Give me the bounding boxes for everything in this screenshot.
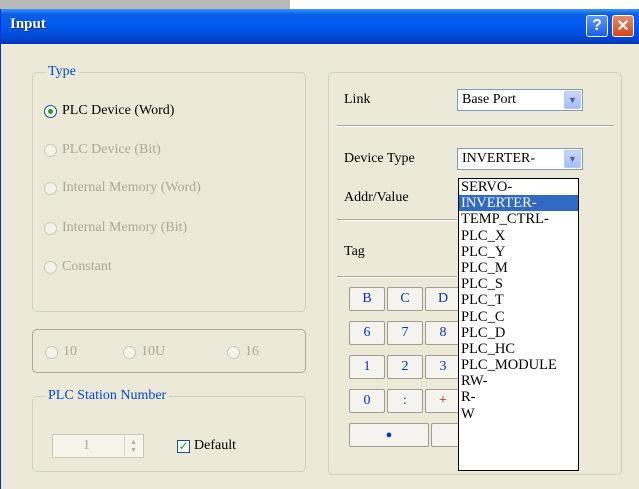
link-label: Link <box>344 92 371 107</box>
device-type-value: INVERTER- <box>462 151 536 166</box>
background-desktop-strip <box>290 0 639 9</box>
dropdown-option[interactable]: PLC_HC <box>459 341 578 357</box>
radio-internal-memory-bit[interactable]: Internal Memory (Bit) <box>44 220 187 236</box>
window-title: Input <box>10 16 46 32</box>
dropdown-option[interactable]: TEMP_CTRL- <box>459 211 578 227</box>
key-8[interactable]: 8 <box>425 321 461 345</box>
key-2[interactable]: 2 <box>387 355 423 379</box>
plc-station-legend: PLC Station Number <box>45 388 170 404</box>
key-6[interactable]: 6 <box>349 321 385 345</box>
dropdown-option[interactable]: INVERTER- <box>459 195 578 212</box>
separator <box>337 125 614 127</box>
dropdown-option[interactable]: PLC_MODULE <box>459 357 578 373</box>
radio-label: 16 <box>245 344 259 359</box>
station-number-spinner[interactable]: 1 ▲ ▼ <box>52 434 144 458</box>
key-3[interactable]: 3 <box>425 355 461 379</box>
radio-label: 10 <box>63 344 77 359</box>
device-type-label: Device Type <box>344 151 415 166</box>
dropdown-option[interactable]: PLC_S <box>459 276 578 292</box>
chevron-down-icon[interactable]: ▼ <box>564 150 581 168</box>
dropdown-option[interactable]: PLC_D <box>459 325 578 341</box>
dropdown-option[interactable]: SERVO- <box>459 179 578 195</box>
dropdown-option[interactable]: PLC_X <box>459 228 578 244</box>
type-group-legend: Type <box>45 64 79 80</box>
radio-icon <box>123 345 136 359</box>
radio-label: Internal Memory (Bit) <box>62 220 188 235</box>
separator <box>337 219 457 221</box>
addr-value-label: Addr/Value <box>344 190 409 205</box>
tag-label: Tag <box>344 244 365 259</box>
station-number-value: 1 <box>83 438 90 453</box>
radio-icon <box>227 345 240 359</box>
radio-constant[interactable]: Constant <box>44 259 112 275</box>
separator <box>337 276 457 278</box>
radio-plc-device-word[interactable]: PLC Device (Word) <box>44 103 174 119</box>
close-button[interactable]: ✕ <box>612 15 634 37</box>
radio-radix-10u[interactable]: 10U <box>123 344 165 360</box>
background-window-strip <box>0 0 290 9</box>
default-checkbox[interactable]: ✓ Default <box>177 438 236 454</box>
radio-label: PLC Device (Bit) <box>62 142 161 157</box>
link-value: Base Port <box>462 92 517 107</box>
input-dialog: Input ? ✕ Type PLC Device (Word) PLC Dev… <box>0 9 639 489</box>
title-bar[interactable]: Input ? ✕ <box>1 9 639 44</box>
dropdown-option[interactable]: PLC_C <box>459 309 578 325</box>
key-b[interactable]: B <box>349 287 385 311</box>
key-d[interactable]: D <box>425 287 461 311</box>
help-button[interactable]: ? <box>586 15 608 37</box>
key-0[interactable]: 0 <box>349 389 385 413</box>
link-combo[interactable]: Base Port ▼ <box>457 89 583 111</box>
help-icon: ? <box>592 17 602 34</box>
checkmark-icon: ✓ <box>177 439 190 453</box>
default-label: Default <box>194 438 236 453</box>
radio-selected-icon <box>44 104 57 118</box>
key-1[interactable]: 1 <box>349 355 385 379</box>
radio-icon <box>45 345 58 359</box>
radio-radix-10[interactable]: 10 <box>45 344 77 360</box>
radio-icon <box>44 143 57 157</box>
close-icon: ✕ <box>616 18 630 35</box>
radio-radix-16[interactable]: 16 <box>227 344 259 360</box>
key-plus[interactable]: + <box>425 389 461 413</box>
device-type-dropdown-list[interactable]: SERVO- INVERTER- TEMP_CTRL- PLC_X PLC_Y PLC_M… <box>458 178 579 471</box>
dropdown-option[interactable]: PLC_Y <box>459 244 578 260</box>
dropdown-option[interactable]: W <box>459 406 578 422</box>
dropdown-option[interactable]: R- <box>459 389 578 405</box>
radio-internal-memory-word[interactable]: Internal Memory (Word) <box>44 180 201 196</box>
radio-icon <box>44 181 57 195</box>
key-c[interactable]: C <box>387 287 423 311</box>
radio-icon <box>44 221 57 235</box>
dropdown-option[interactable]: PLC_M <box>459 260 578 276</box>
radio-plc-device-bit[interactable]: PLC Device (Bit) <box>44 142 161 158</box>
radio-label: 10U <box>141 344 166 359</box>
key-colon[interactable]: : <box>387 389 423 413</box>
radio-icon <box>44 260 57 274</box>
radio-label: Internal Memory (Word) <box>62 180 201 195</box>
dropdown-option[interactable]: RW- <box>459 373 578 389</box>
key-7[interactable]: 7 <box>387 321 423 345</box>
key-dot[interactable]: ● <box>349 423 429 447</box>
spinner-arrows-icon[interactable]: ▲ ▼ <box>124 436 142 456</box>
device-type-combo[interactable]: INVERTER- ▼ <box>457 148 583 170</box>
dropdown-option[interactable]: PLC_T <box>459 292 578 308</box>
chevron-down-icon[interactable]: ▼ <box>564 91 581 109</box>
radio-label: PLC Device (Word) <box>62 103 175 118</box>
radio-label: Constant <box>62 259 112 274</box>
